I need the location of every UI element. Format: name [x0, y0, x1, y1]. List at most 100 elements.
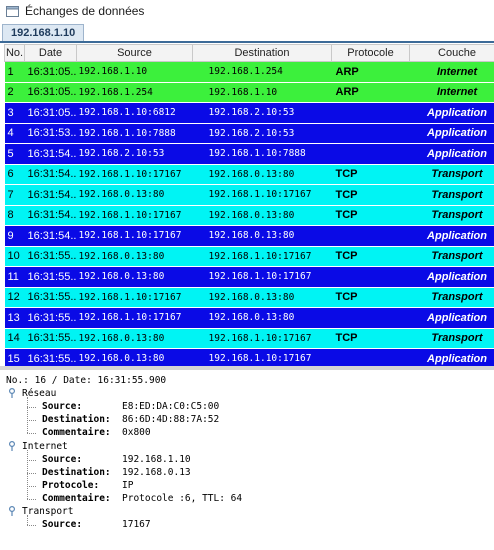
table-row[interactable]: 416:31:53....192.168.1.10:7888192.168.2.…: [4, 123, 494, 144]
cell-date: 16:31:05....: [24, 102, 77, 124]
table-row[interactable]: 1416:31:55....192.168.0.13:80192.168.1.1…: [4, 328, 494, 349]
cell-source: 192.168.0.13:80: [76, 246, 193, 267]
column-header-destination[interactable]: Destination: [192, 44, 332, 62]
tree-field-key: Source:: [42, 401, 83, 413]
cell-source: 192.168.1.10:17167: [76, 164, 193, 185]
cell-destination: 192.168.0.13:80: [192, 287, 332, 308]
column-header-protocol[interactable]: Protocole: [331, 44, 410, 62]
tree-connector: [27, 472, 36, 474]
cell-date: 16:31:55....: [24, 287, 77, 308]
cell-no: 15: [4, 348, 25, 366]
table-row[interactable]: 816:31:54....192.168.1.10:17167192.168.0…: [4, 205, 494, 226]
cell-date: 16:31:54....: [24, 225, 77, 247]
cell-layer: Application: [409, 225, 494, 247]
cell-protocol: TCP: [331, 184, 410, 206]
tree-field-value: 192.168.1.10: [122, 453, 191, 465]
tree-connector: [27, 485, 36, 487]
cell-destination: 192.168.2.10:53: [192, 123, 332, 144]
table-row[interactable]: 616:31:54....192.168.1.10:17167192.168.0…: [4, 164, 494, 185]
cell-protocol: TCP: [331, 246, 410, 267]
cell-no: 1: [4, 61, 25, 83]
cell-destination: 192.168.1.10:7888: [192, 143, 332, 165]
column-header-no[interactable]: No.: [4, 44, 25, 62]
cell-layer: Application: [409, 348, 494, 366]
cell-no: 11: [4, 266, 25, 288]
cell-source: 192.168.1.10:17167: [76, 225, 193, 247]
cell-destination: 192.168.0.13:80: [192, 225, 332, 247]
collapse-toggle-icon[interactable]: [8, 506, 16, 516]
cell-source: 192.168.1.10:17167: [76, 307, 193, 329]
cell-no: 9: [4, 225, 25, 247]
tree-field-key: Commentaire:: [42, 492, 111, 504]
cell-layer: Transport: [409, 246, 494, 267]
table-row[interactable]: 316:31:05....192.168.1.10:6812192.168.2.…: [4, 102, 494, 124]
table-row[interactable]: 216:31:05....192.168.1.254192.168.1.10AR…: [4, 82, 494, 103]
cell-protocol: TCP: [331, 328, 410, 349]
tree-field-key: Source:: [42, 453, 83, 465]
tree-field-key: Destination:: [42, 414, 111, 426]
tree-connector: [27, 407, 36, 409]
cell-protocol: ARP: [331, 82, 410, 103]
table-row[interactable]: 1116:31:55....192.168.0.13:80192.168.1.1…: [4, 266, 494, 288]
cell-layer: Transport: [409, 184, 494, 206]
cell-protocol: ARP: [331, 61, 410, 83]
tab-underline: [0, 41, 494, 43]
cell-source: 192.168.1.10: [76, 61, 193, 83]
table-row[interactable]: 1316:31:55....192.168.1.10:17167192.168.…: [4, 307, 494, 329]
cell-date: 16:31:55....: [24, 266, 77, 288]
cell-source: 192.168.1.10:6812: [76, 102, 193, 124]
tree-group-label: Transport: [22, 506, 74, 517]
splitter[interactable]: [0, 366, 494, 370]
cell-source: 192.168.0.13:80: [76, 348, 193, 366]
tree-field-value: IP: [122, 479, 134, 491]
window-icon: [6, 6, 19, 17]
cell-destination: 192.168.1.10: [192, 82, 332, 103]
cell-layer: Internet: [409, 61, 494, 83]
packet-details-panel: No.: 16 / Date: 16:31:55.900 Réseau Source…: [4, 372, 494, 550]
cell-layer: Application: [409, 102, 494, 124]
cell-no: 5: [4, 143, 25, 165]
column-header-source[interactable]: Source: [76, 44, 193, 62]
cell-date: 16:31:05....: [24, 61, 77, 83]
table-row[interactable]: 916:31:54....192.168.1.10:17167192.168.0…: [4, 225, 494, 247]
cell-protocol: [331, 143, 410, 165]
packet-table[interactable]: No. Date Source Destination Protocole Co…: [4, 44, 494, 366]
cell-date: 16:31:54....: [24, 143, 77, 165]
tree-connector: [27, 525, 36, 527]
table-row[interactable]: 1516:31:55....192.168.0.13:80192.168.1.1…: [4, 348, 494, 366]
table-row[interactable]: 716:31:54....192.168.0.13:80192.168.1.10…: [4, 184, 494, 206]
cell-source: 192.168.0.13:80: [76, 266, 193, 288]
cell-protocol: [331, 102, 410, 124]
tree-field-value: 17167: [122, 519, 151, 531]
tab-host[interactable]: 192.168.1.10: [2, 24, 85, 41]
cell-date: 16:31:55....: [24, 307, 77, 329]
cell-no: 7: [4, 184, 25, 206]
tree-field-value: 0x800: [122, 427, 151, 439]
cell-protocol: [331, 123, 410, 144]
cell-source: 192.168.1.254: [76, 82, 193, 103]
cell-destination: 192.168.0.13:80: [192, 307, 332, 329]
table-row[interactable]: 1216:31:55....192.168.1.10:17167192.168.…: [4, 287, 494, 308]
table-row[interactable]: 516:31:54....192.168.2.10:53192.168.1.10…: [4, 143, 494, 165]
cell-layer: Application: [409, 143, 494, 165]
cell-no: 8: [4, 205, 25, 226]
tree-field-value: 192.168.0.13: [122, 466, 191, 478]
collapse-toggle-icon[interactable]: [8, 440, 16, 451]
cell-date: 16:31:53....: [24, 123, 77, 144]
table-row[interactable]: 116:31:05....192.168.1.10192.168.1.254AR…: [4, 61, 494, 83]
cell-layer: Transport: [409, 328, 494, 349]
column-header-date[interactable]: Date: [24, 44, 77, 62]
cell-source: 192.168.1.10:17167: [76, 205, 193, 226]
collapse-toggle-icon[interactable]: [8, 388, 16, 399]
cell-layer: Application: [409, 266, 494, 288]
cell-no: 13: [4, 307, 25, 329]
window-title: Échanges de données: [25, 4, 145, 18]
cell-no: 14: [4, 328, 25, 349]
cell-source: 192.168.0.13:80: [76, 184, 193, 206]
tree-field-key: Destination:: [42, 466, 111, 478]
table-row[interactable]: 1016:31:55....192.168.0.13:80192.168.1.1…: [4, 246, 494, 267]
column-header-layer[interactable]: Couche: [409, 44, 494, 62]
tree-field-value: 86:6D:4D:88:7A:52: [122, 414, 220, 426]
tree-connector: [27, 498, 36, 500]
tree-field-value: Protocole :6, TTL: 64: [122, 492, 243, 504]
